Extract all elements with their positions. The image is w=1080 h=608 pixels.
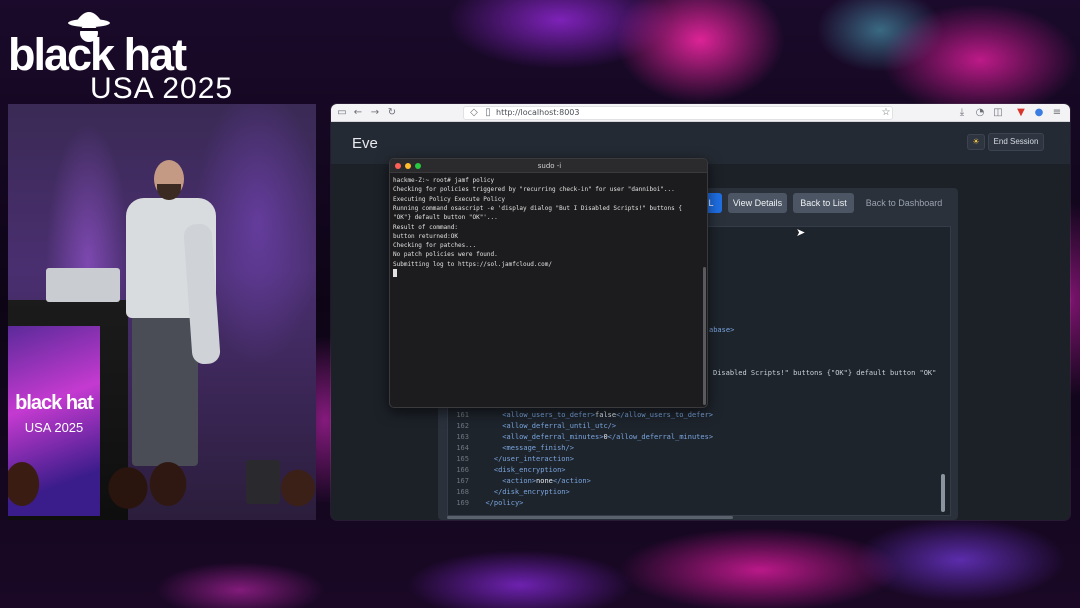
code-open-tag: <allow_deferral_minutes> (502, 433, 604, 441)
code-line: 168 </disk_encryption> (447, 487, 570, 498)
terminal-line: No patch policies were found. (393, 251, 498, 259)
code-horizontal-scrollbar[interactable] (447, 516, 733, 519)
podium-logo-event: USA 2025 (24, 420, 84, 435)
audience-heads (8, 444, 316, 520)
brave-shield-icon[interactable]: ▼ (1014, 106, 1028, 120)
mouse-pointer-icon: ➤ (796, 226, 806, 239)
code-line: 166 <disk_encryption> (447, 465, 566, 476)
code-close-tag: </allow_users_to_defer> (616, 411, 714, 419)
code-vertical-scrollbar[interactable] (941, 474, 945, 512)
code-value: false (595, 411, 617, 419)
terminal-cursor (393, 269, 397, 277)
event-logo-brand: black hat (8, 29, 187, 80)
account-icon[interactable]: ◔ (973, 106, 987, 120)
code-line: 162 <allow_deferral_until_utc/> (447, 421, 616, 432)
code-open-tag: <message_finish/> (502, 444, 574, 452)
url-text: http://localhost:8003 (496, 108, 580, 117)
app-title: Eve (352, 135, 378, 152)
terminal-line: Result of command: (393, 223, 459, 231)
bookmark-star-icon[interactable]: ☆ (879, 106, 893, 120)
code-line: 163 <allow_deferral_minutes>0</allow_def… (447, 432, 713, 443)
view-details-button[interactable]: View Details (728, 193, 787, 213)
code-open-tag: <allow_users_to_defer> (502, 411, 596, 419)
browser-toolbar: ▭ ← → ↻ ◇ ▯ http://localhost:8003 ☆ ⤓ ◔ … (331, 104, 1070, 122)
back-to-list-button[interactable]: Back to List (793, 193, 854, 213)
terminal-title: sudo -i (537, 162, 562, 170)
shield-icon[interactable]: ◇ (467, 106, 481, 120)
code-open-tag: </user_interaction> (493, 455, 574, 463)
code-open-tag: <disk_encryption> (493, 466, 566, 474)
laptop (46, 268, 120, 302)
terminal-line: Running command osascript -e 'display di… (393, 204, 682, 212)
sidebar-icon[interactable]: ▭ (335, 106, 349, 120)
code-line: 165 </user_interaction> (447, 454, 574, 465)
menu-icon[interactable]: ≡ (1050, 106, 1064, 120)
code-close-tag: </allow_deferral_minutes> (607, 433, 714, 441)
code-open-tag: </policy> (485, 499, 524, 507)
terminal-line: hackme-Z:~ root# jamf policy (393, 177, 495, 184)
profile-icon[interactable]: ● (1032, 106, 1046, 120)
line-number: 167 (456, 477, 469, 485)
line-number: 168 (456, 488, 469, 496)
podium-logo-brand: black hat (15, 392, 94, 414)
code-line: 167 <action>none</action> (447, 476, 591, 487)
forward-arrow-icon[interactable]: → (368, 106, 382, 120)
end-session-button[interactable]: End Session (988, 133, 1044, 151)
code-line: 161 <allow_users_to_defer>false</allow_u… (447, 410, 713, 421)
terminal-line: Executing Policy Execute Policy (393, 195, 505, 203)
line-number: 169 (456, 499, 469, 507)
terminal-line: Checking for policies triggered by "recu… (393, 186, 675, 194)
line-number: 162 (456, 422, 469, 430)
code-value: none (536, 477, 553, 485)
event-logo: black hat USA 2025 (8, 4, 238, 105)
code-fragment-dialog: Disabled Scripts!" buttons {"OK"} defaul… (713, 369, 937, 377)
speaker-camera-feed: black hat USA 2025 (8, 104, 316, 520)
code-open-tag: <action> (502, 477, 537, 485)
code-line: 169 </policy> (447, 498, 523, 509)
terminal-window[interactable]: sudo -i hackme-Z:~ root# jamf policy Chec… (389, 158, 708, 408)
code-close-tag: </action> (552, 477, 591, 485)
line-number: 163 (456, 433, 469, 441)
code-open-tag: </disk_encryption> (493, 488, 570, 496)
page-info-icon[interactable]: ▯ (481, 106, 495, 120)
back-to-dashboard-button[interactable]: Back to Dashboard (859, 193, 949, 213)
sun-icon[interactable]: ☀ (967, 134, 985, 150)
terminal-line: Checking for patches... (393, 242, 477, 250)
terminal-line: Submitting log to https://sol.jamfcloud.… (393, 260, 552, 268)
code-line: 164 <message_finish/> (447, 443, 574, 454)
line-number: 161 (456, 411, 469, 419)
code-fragment-database: abase> (709, 326, 735, 334)
line-number: 166 (456, 466, 469, 474)
line-number: 165 (456, 455, 469, 463)
code-open-tag: <allow_deferral_until_utc/> (502, 422, 617, 430)
reload-icon[interactable]: ↻ (385, 106, 399, 120)
terminal-scrollbar[interactable] (703, 267, 706, 405)
back-arrow-icon[interactable]: ← (351, 106, 365, 120)
terminal-line: button returned:OK (393, 232, 459, 240)
extensions-icon[interactable]: ◫ (991, 106, 1005, 120)
downloads-icon[interactable]: ⤓ (955, 106, 969, 120)
event-logo-event: USA 2025 (90, 72, 234, 105)
terminal-line: "OK"} default button "OK"'... (393, 214, 498, 222)
line-number: 164 (456, 444, 469, 452)
